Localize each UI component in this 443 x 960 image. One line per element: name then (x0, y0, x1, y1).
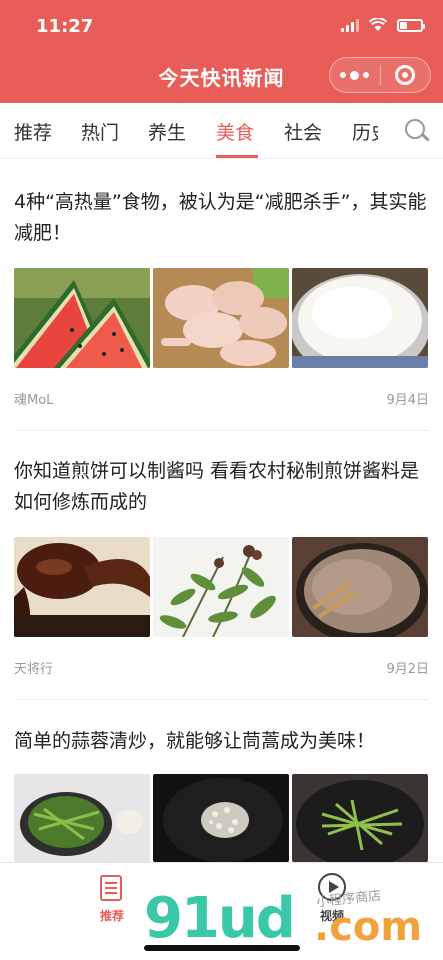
document-icon (100, 875, 122, 901)
article-meta: 魂MoL 9月4日 (14, 389, 429, 408)
thumbnail-watermelon (14, 268, 150, 368)
close-button[interactable] (380, 65, 430, 85)
mini-program-capsule (329, 57, 431, 93)
tab-hot[interactable]: 热门 (81, 118, 119, 145)
article-meta: 天将行 9月2日 (14, 658, 429, 677)
thumbnail-sauce-spoon (14, 537, 150, 637)
article-source: 魂MoL (14, 393, 54, 408)
article-title: 4种“高热量”食物，被认为是“减肥杀手”，其实能减肥！ (14, 191, 427, 244)
watermark-suffix: .com (314, 904, 423, 950)
more-button[interactable] (330, 70, 380, 80)
thumbnail-greens-pot (14, 774, 150, 862)
article-title: 简单的蒜蓉清炒，就能够让茼蒿成为美味！ (14, 730, 376, 752)
more-dot-icon (340, 72, 347, 78)
close-target-icon (395, 65, 416, 85)
tab-history[interactable]: 历史 (352, 118, 378, 145)
active-tab-underline (216, 155, 258, 158)
bottom-tab-label: 推荐 (99, 909, 124, 923)
article-source: 天将行 (14, 662, 54, 677)
status-icons (341, 18, 425, 32)
more-dot-icon (363, 72, 370, 78)
divider (14, 699, 429, 700)
article-images (14, 268, 429, 368)
thumbnail-chicken (153, 268, 289, 368)
wifi-icon (369, 18, 387, 31)
thumbnail-rice (292, 268, 428, 368)
tab-food[interactable]: 美食 (216, 118, 254, 145)
signal-icon (341, 18, 359, 32)
thumbnail-stirfry (292, 774, 428, 862)
article-date: 9月2日 (386, 662, 429, 677)
article-date: 9月4日 (386, 393, 429, 408)
search-icon[interactable] (403, 117, 431, 145)
thumbnail-garlic-wok (153, 774, 289, 862)
article-title: 你知道煎饼可以制酱吗 看看农村秘制煎饼酱料是如何修炼而成的 (14, 460, 420, 513)
more-dot-icon (350, 70, 360, 80)
battery-icon (397, 18, 425, 32)
tab-health[interactable]: 养生 (148, 118, 186, 145)
article-images (14, 537, 429, 637)
home-indicator (144, 945, 300, 951)
category-tabs: 推荐 热门 养生 美食 社会 历史 (0, 103, 443, 159)
tab-society[interactable]: 社会 (284, 118, 322, 145)
divider (14, 430, 429, 431)
tab-recommend[interactable]: 推荐 (14, 118, 52, 145)
thumbnail-sauce-wok (292, 537, 428, 637)
watermark-main: 91ud (144, 886, 296, 951)
app-header: 11:27 今天快讯新闻 (0, 0, 443, 103)
status-time: 11:27 (36, 16, 94, 37)
thumbnail-peppercorn (153, 537, 289, 637)
article-images (14, 774, 429, 862)
